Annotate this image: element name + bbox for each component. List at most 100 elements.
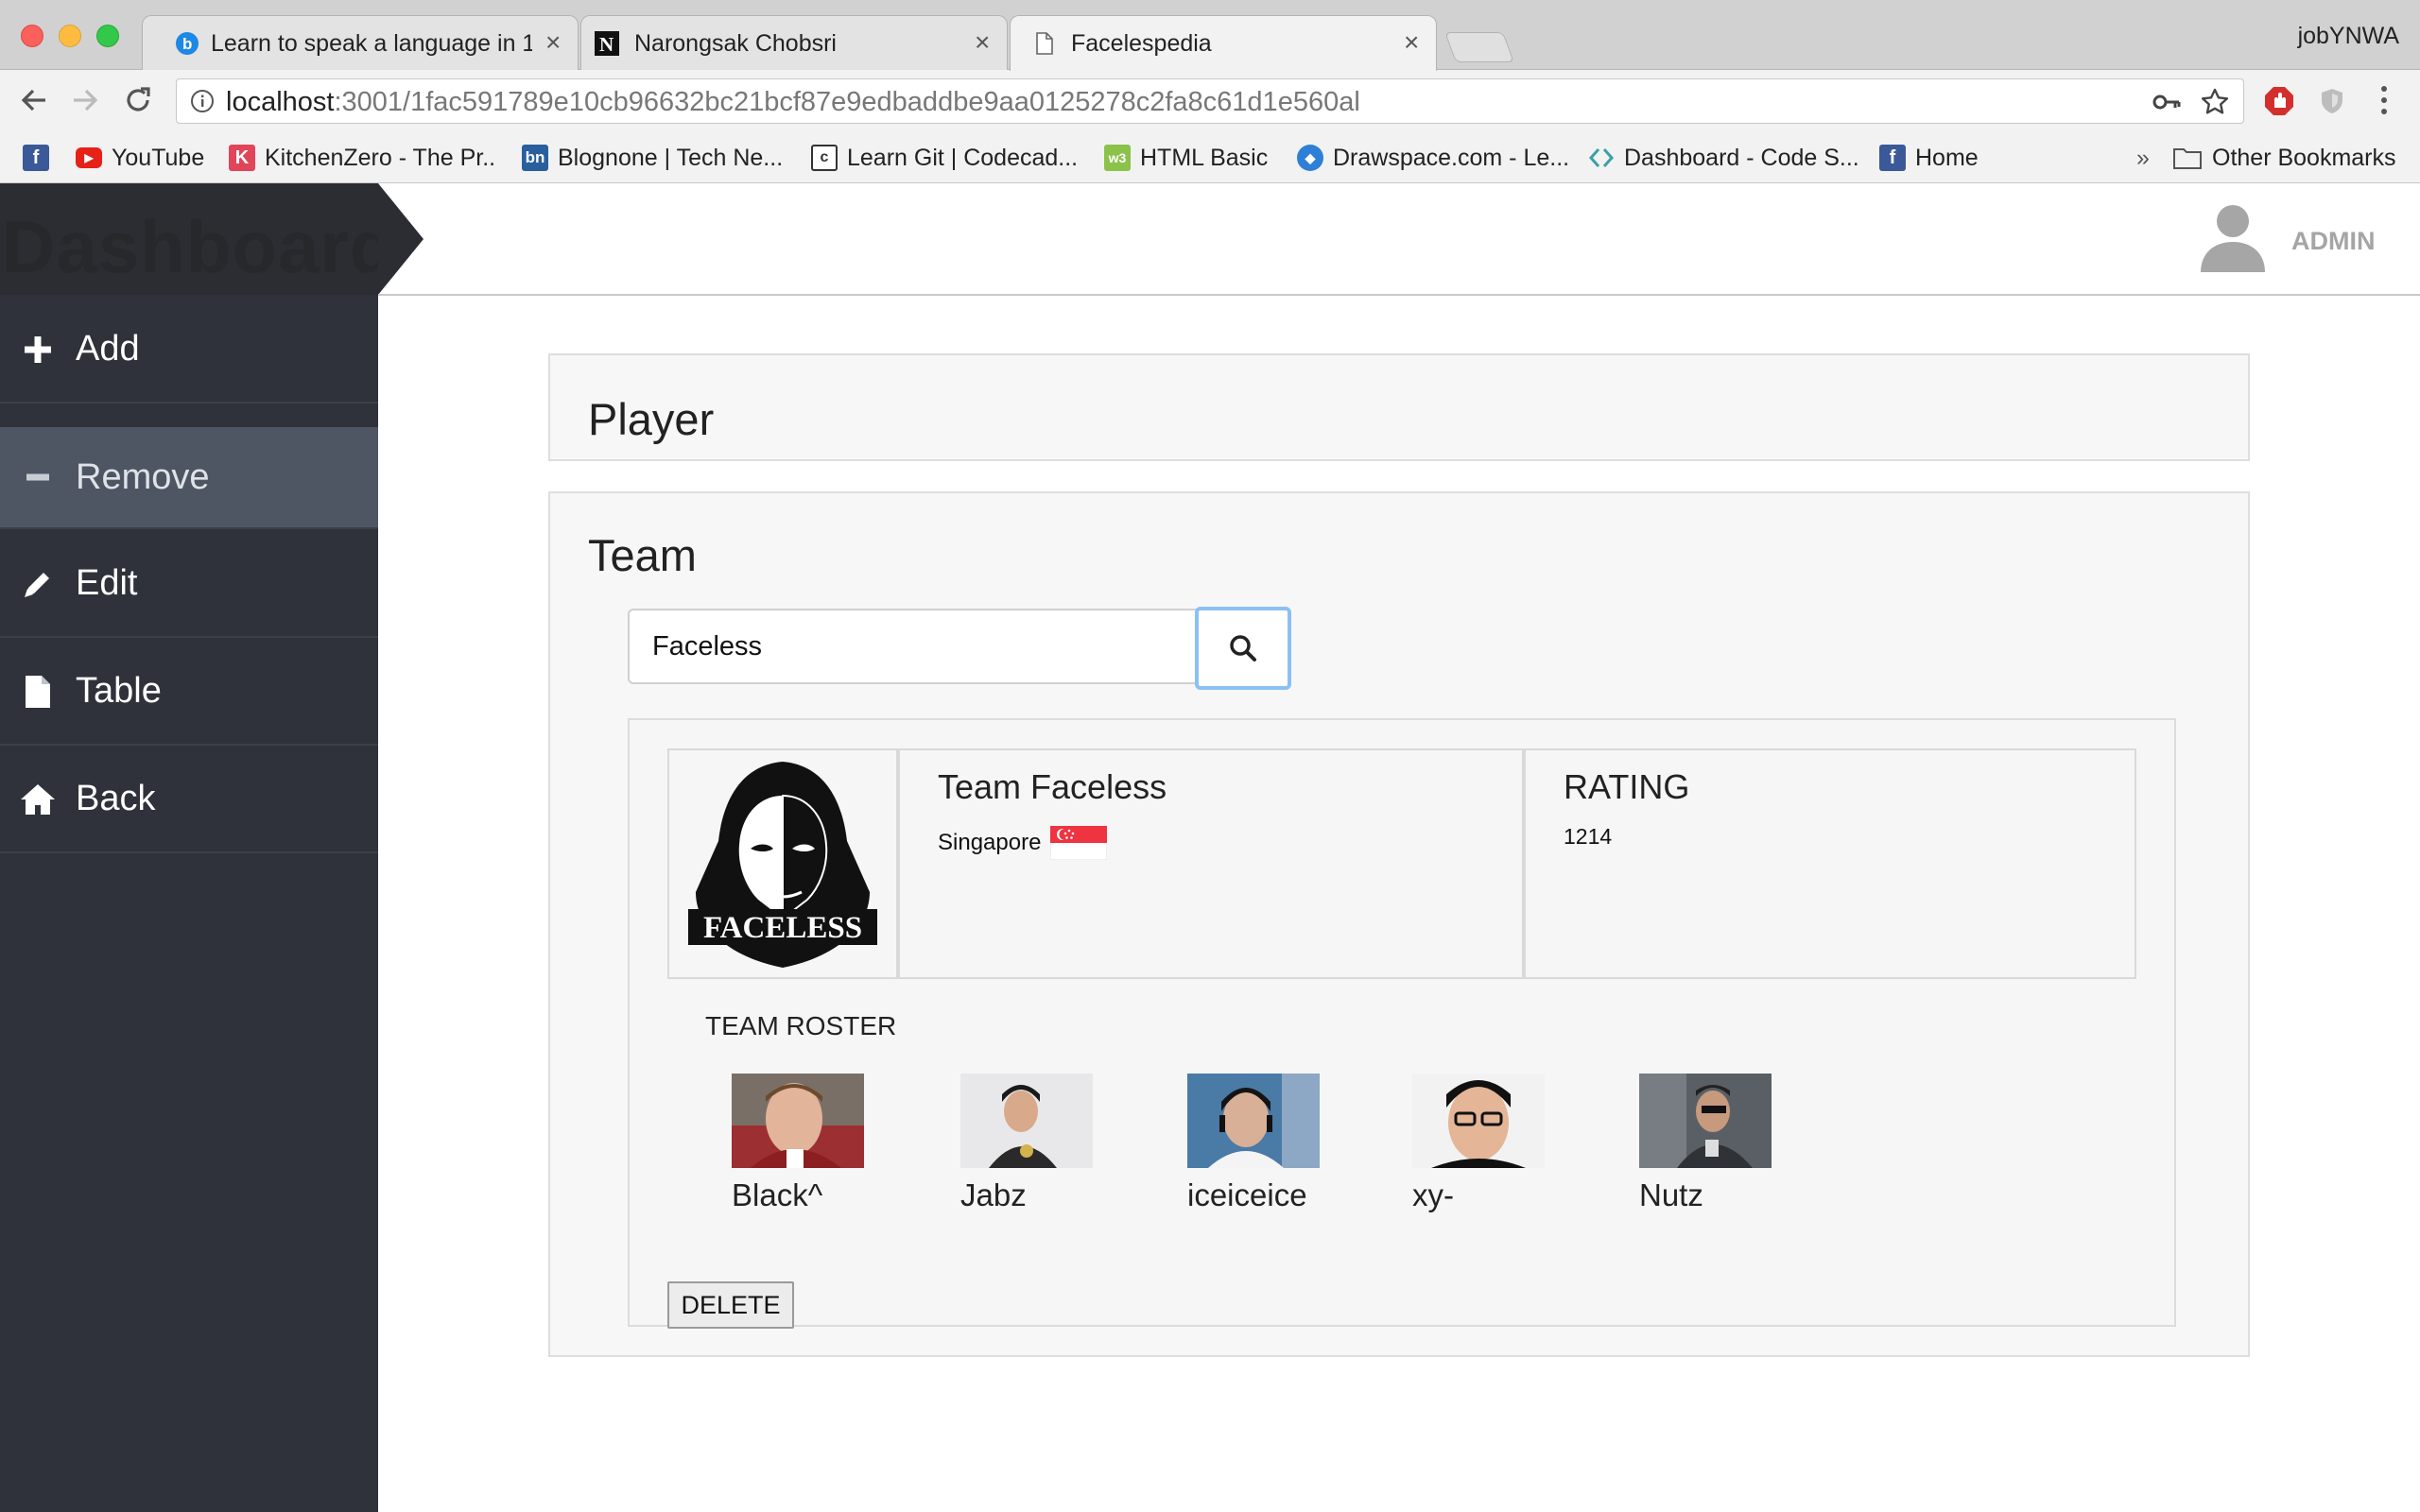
player-name: Nutz: [1639, 1177, 1703, 1212]
back-arrow-icon[interactable]: [17, 83, 51, 125]
rating-label: RATING: [1564, 767, 1690, 806]
faceless-logo: FACELESS: [688, 762, 877, 968]
team-logo-cell: FACELESS: [667, 748, 898, 979]
bookmark-facebook[interactable]: f: [23, 142, 49, 174]
player-heading: Player: [588, 394, 715, 444]
sidebar-item-label: Remove: [76, 456, 210, 497]
bookmark-drawspace[interactable]: ◆ Drawspace.com - Le...: [1297, 142, 1569, 174]
team-search-input[interactable]: [628, 609, 1199, 684]
search-button[interactable]: [1195, 607, 1291, 690]
minimize-window-button[interactable]: [59, 25, 81, 47]
team-rating-cell: RATING 1214: [1524, 748, 2136, 979]
bookmark-label: Home: [1915, 144, 1979, 171]
n-logo-icon: N: [595, 31, 619, 56]
singapore-flag-icon: [1050, 826, 1108, 860]
maximize-window-button[interactable]: [96, 25, 119, 47]
user-avatar-icon[interactable]: [2195, 200, 2271, 277]
pencil-icon: [0, 567, 76, 601]
youtube-icon: ▶: [76, 147, 102, 168]
tab-facelespedia[interactable]: Facelespedia ×: [1010, 15, 1437, 71]
player-photo: [1187, 1074, 1320, 1168]
star-icon[interactable]: [2200, 87, 2230, 117]
sidebar-item-edit[interactable]: Edit: [0, 531, 378, 638]
roster-player[interactable]: Black^: [732, 1074, 883, 1213]
sidebar-item-table[interactable]: Table: [0, 639, 378, 746]
info-icon[interactable]: [190, 89, 215, 113]
team-info-cell: Team Faceless Singapore: [898, 748, 1524, 979]
player-name: iceiceice: [1187, 1177, 1307, 1212]
browser-toolbar: localhost:3001/1fac591789e10cb96632bc21b…: [0, 70, 2420, 134]
adblock-icon[interactable]: [2263, 85, 2295, 117]
team-name: Team Faceless: [938, 767, 1167, 806]
roster-player[interactable]: Jabz: [960, 1074, 1112, 1213]
bookmark-youtube[interactable]: ▶ YouTube: [76, 142, 204, 174]
player-panel: Player: [548, 353, 2250, 461]
bookmark-html-basic[interactable]: w3 HTML Basic: [1104, 142, 1268, 174]
country-label: Singapore: [938, 830, 1042, 855]
browser-tabstrip: b Learn to speak a language in 10 × N Na…: [0, 0, 2420, 71]
dashboard-page: Dashboard Add Remove Edit Table Back ADM…: [0, 183, 2420, 1512]
sidebar-item-back[interactable]: Back: [0, 747, 378, 853]
key-icon[interactable]: [2152, 89, 2181, 115]
address-bar[interactable]: localhost:3001/1fac591789e10cb96632bc21b…: [176, 78, 2244, 124]
bookmark-label: Blognone | Tech Ne...: [558, 144, 784, 171]
tab-title: Facelespedia: [1071, 30, 1212, 57]
player-photo: [1639, 1074, 1772, 1168]
sidebar-item-label: Edit: [76, 563, 138, 603]
codecademy-icon: c: [811, 145, 838, 171]
bookmarks-overflow-button[interactable]: »: [2136, 142, 2150, 174]
bookmark-label: Learn Git | Codecad...: [847, 144, 1079, 171]
sidebar: Dashboard Add Remove Edit Table Back: [0, 183, 424, 1512]
roster-heading: TEAM ROSTER: [705, 1011, 897, 1040]
admin-label[interactable]: ADMIN: [2291, 227, 2376, 256]
close-window-button[interactable]: [21, 25, 43, 47]
home-icon: [0, 782, 76, 816]
player-name: xy-: [1412, 1177, 1454, 1212]
svg-text:N: N: [599, 33, 614, 56]
bookmark-blognone[interactable]: bn Blognone | Tech Ne...: [522, 142, 783, 174]
tab-learn-language[interactable]: b Learn to speak a language in 10 ×: [142, 15, 579, 70]
w3-logo-icon: w3: [1104, 145, 1131, 171]
forward-arrow-icon[interactable]: [68, 83, 102, 125]
document-icon: [1036, 32, 1053, 55]
faceless-logo-text: FACELESS: [703, 911, 862, 945]
bookmark-home[interactable]: f Home: [1879, 142, 1979, 174]
search-icon: [1230, 635, 1256, 662]
roster-player[interactable]: xy-: [1412, 1074, 1564, 1213]
profile-name[interactable]: jobYNWA: [2298, 23, 2399, 50]
url-text: localhost:3001/1fac591789e10cb96632bc21b…: [226, 87, 1360, 117]
bookmark-dashboard-code[interactable]: Dashboard - Code S...: [1588, 142, 1859, 174]
bookmark-codecademy[interactable]: c Learn Git | Codecad...: [811, 142, 1078, 174]
tab-title: Learn to speak a language in 10: [211, 30, 532, 57]
folder-icon: [2173, 148, 2202, 169]
other-bookmarks[interactable]: Other Bookmarks: [2172, 142, 2396, 174]
new-tab-button[interactable]: [1444, 32, 1514, 62]
close-tab-icon[interactable]: ×: [1404, 27, 1419, 58]
code-brackets-icon: [1588, 148, 1615, 167]
tab-narongsak[interactable]: N Narongsak Chobsri ×: [580, 15, 1008, 70]
delete-button[interactable]: DELETE: [667, 1281, 794, 1329]
sidebar-item-remove[interactable]: Remove: [0, 427, 378, 529]
bookmark-kitchenzero[interactable]: K KitchenZero - The Pr..: [229, 142, 495, 174]
menu-kebab-icon[interactable]: [2377, 81, 2392, 127]
sidebar-item-label: Back: [76, 779, 156, 818]
sidebar-item-add[interactable]: Add: [0, 297, 378, 404]
team-panel: Team FACELESS Team Faceless: [548, 491, 2250, 1357]
facebook-icon: f: [23, 145, 49, 171]
roster-player[interactable]: iceiceice: [1187, 1074, 1339, 1213]
team-heading: Team: [588, 530, 697, 580]
header-divider: [378, 294, 2420, 296]
plus-icon: [0, 334, 76, 366]
close-tab-icon[interactable]: ×: [975, 27, 990, 58]
reload-icon[interactable]: [121, 83, 155, 125]
player-name: Jabz: [960, 1177, 1027, 1212]
bn-logo-icon: bn: [522, 145, 548, 171]
bookmark-label: HTML Basic: [1140, 144, 1269, 171]
team-country: Singapore: [938, 826, 1108, 860]
close-tab-icon[interactable]: ×: [545, 27, 561, 58]
bookmark-label: Drawspace.com - Le...: [1333, 144, 1570, 171]
roster-player[interactable]: Nutz: [1639, 1074, 1790, 1213]
shield-icon[interactable]: [2318, 87, 2346, 115]
team-result-card: FACELESS Team Faceless Singapore RATING …: [628, 718, 2176, 1329]
sidebar-item-label: Add: [76, 329, 140, 369]
